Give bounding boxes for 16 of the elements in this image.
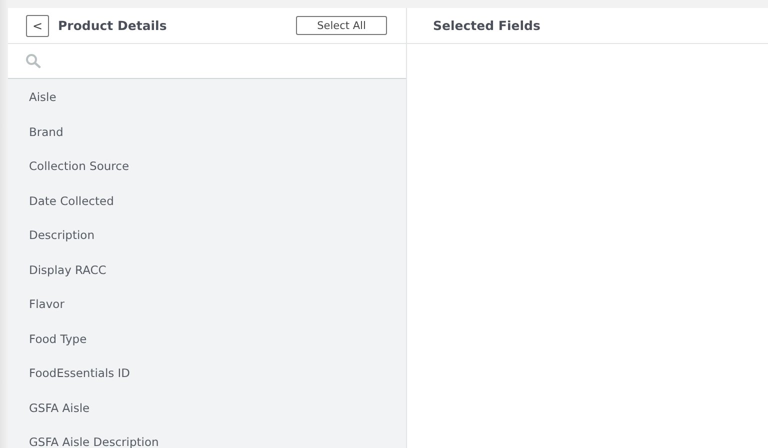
panel-title: Product Details xyxy=(58,18,167,33)
search-field[interactable] xyxy=(8,44,406,79)
back-button[interactable]: < xyxy=(26,14,49,36)
field-item[interactable]: GSFA Aisle xyxy=(8,390,406,425)
field-item[interactable]: Food Type xyxy=(8,322,406,356)
field-item[interactable]: Flavor xyxy=(8,287,406,322)
field-item[interactable]: Description xyxy=(8,218,406,252)
search-icon xyxy=(25,53,41,69)
field-item[interactable]: Date Collected xyxy=(8,184,406,218)
field-item[interactable]: Aisle xyxy=(8,80,406,114)
field-item[interactable]: Collection Source xyxy=(8,149,406,184)
field-item[interactable]: FoodEssentials ID xyxy=(8,356,406,390)
field-item[interactable]: Display RACC xyxy=(8,252,406,287)
select-all-button[interactable]: Select All xyxy=(296,16,387,35)
panel-title: Selected Fields xyxy=(433,18,540,33)
field-item[interactable]: Brand xyxy=(8,114,406,149)
